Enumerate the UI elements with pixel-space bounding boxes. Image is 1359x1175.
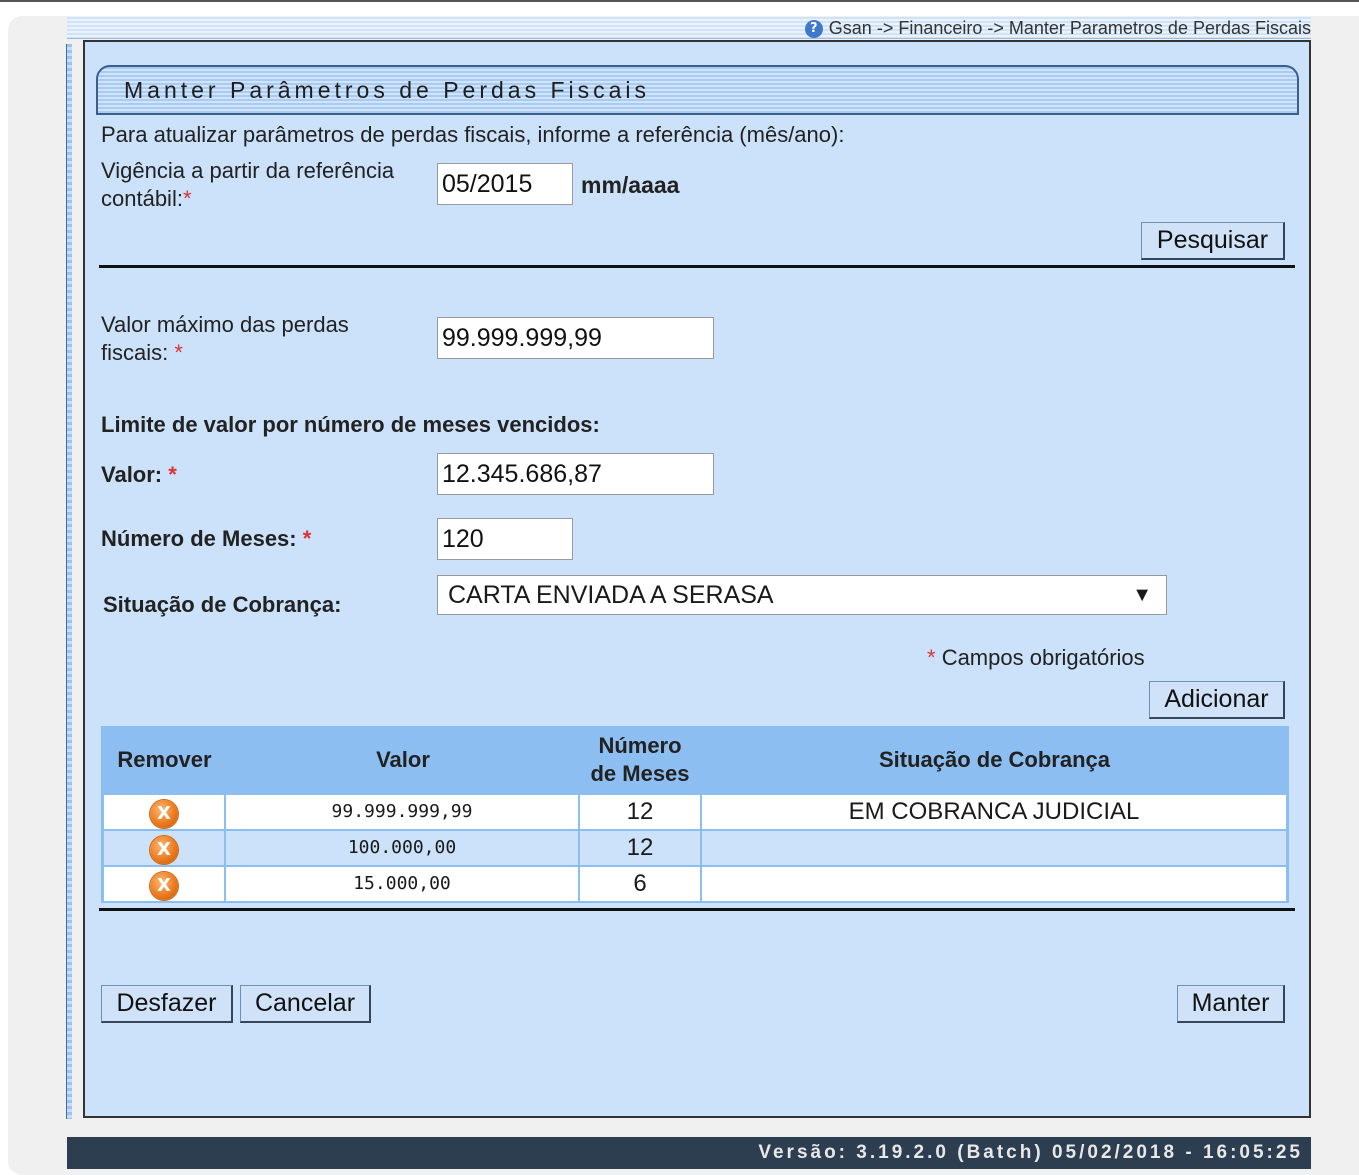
remove-icon[interactable]: X <box>150 836 178 864</box>
version-footer: Versão: 3.19.2.0 (Batch) 05/02/2018 - 16… <box>67 1137 1311 1169</box>
col-header-valor: Valor <box>376 747 430 772</box>
vigencia-label-line2: contábil: <box>101 186 183 211</box>
divider <box>99 265 1295 268</box>
search-button[interactable]: Pesquisar <box>1141 222 1285 260</box>
situacao-selected: CARTA ENVIADA A SERASA <box>448 581 774 609</box>
required-mark: * <box>174 340 183 365</box>
vigencia-label: Vigência a partir da referência contábil… <box>101 157 394 213</box>
col-header-meses: Número de Meses <box>579 727 701 793</box>
valor-maximo-input[interactable]: 99.999.999,99 <box>437 317 714 359</box>
table-row: X 100.000,00 12 <box>104 831 1288 865</box>
required-mark: * <box>302 526 312 551</box>
valor-label: Valor: * <box>101 461 177 489</box>
limits-table: Remover Valor Número de Meses Situação d… <box>101 726 1289 903</box>
col-header-remover: Remover <box>117 747 212 772</box>
valor-maximo-label-line2: fiscais: <box>101 340 169 365</box>
instruction-text: Para atualizar parâmetros de perdas fisc… <box>101 122 845 147</box>
valor-label-text: Valor: <box>101 462 163 487</box>
required-mark: * <box>927 645 936 670</box>
add-button[interactable]: Adicionar <box>1149 681 1285 719</box>
row-situacao <box>702 867 1286 901</box>
title-bar: Manter Parâmetros de Perdas Fiscais <box>96 65 1299 115</box>
top-divider <box>0 0 1359 2</box>
col-header-meses-line1: Número <box>598 733 682 758</box>
row-situacao: EM COBRANCA JUDICIAL <box>702 795 1286 829</box>
row-situacao <box>702 831 1286 865</box>
vigencia-label-line1: Vigência a partir da referência <box>101 158 395 183</box>
row-meses: 6 <box>580 867 700 901</box>
required-mark: * <box>182 186 192 211</box>
format-hint: mm/aaaa <box>581 172 680 198</box>
valor-input[interactable]: 12.345.686,87 <box>437 453 714 495</box>
col-header-situacao: Situação de Cobrança <box>878 747 1111 772</box>
limite-heading: Limite de valor por número de meses venc… <box>101 412 600 437</box>
situacao-select[interactable]: CARTA ENVIADA A SERASA ▼ <box>437 575 1167 615</box>
numero-meses-label: Número de Meses: * <box>101 525 311 553</box>
valor-maximo-label: Valor máximo das perdas fiscais: * <box>101 311 349 367</box>
table-row: X 99.999.999,99 12 EM COBRANCA JUDICIAL <box>104 795 1288 829</box>
situacao-label: Situação de Cobrança: <box>103 592 342 617</box>
save-button[interactable]: Manter <box>1177 985 1285 1023</box>
divider <box>99 908 1295 911</box>
row-meses: 12 <box>580 795 700 829</box>
row-valor: 15.000,00 <box>226 867 578 901</box>
row-valor: 100.000,00 <box>226 831 578 865</box>
required-note: * Campos obrigatórios <box>927 644 1145 672</box>
page-title: Manter Parâmetros de Perdas Fiscais <box>124 77 651 103</box>
undo-button[interactable]: Desfazer <box>101 985 233 1023</box>
cancel-button[interactable]: Cancelar <box>240 985 371 1023</box>
valor-maximo-label-line1: Valor máximo das perdas <box>101 312 349 337</box>
remove-cell: X <box>104 831 224 865</box>
breadcrumb-text: Gsan -> Financeiro -> Manter Parametros … <box>828 18 1311 38</box>
numero-meses-input[interactable]: 120 <box>437 518 573 560</box>
help-icon[interactable]: ? <box>804 19 823 38</box>
dropdown-arrow-icon[interactable]: ▼ <box>1132 576 1152 614</box>
col-header-meses-line2: de Meses <box>590 761 690 786</box>
table-row: X 15.000,00 6 <box>104 867 1288 901</box>
remove-icon[interactable]: X <box>150 800 178 828</box>
breadcrumb: ? Gsan -> Financeiro -> Manter Parametro… <box>804 18 1311 39</box>
row-meses: 12 <box>580 831 700 865</box>
vigencia-input[interactable]: 05/2015 <box>437 163 573 205</box>
remove-cell: X <box>104 795 224 829</box>
numero-meses-label-text: Número de Meses: <box>101 526 297 551</box>
row-valor: 99.999.999,99 <box>226 795 578 829</box>
required-note-text: Campos obrigatórios <box>941 645 1145 670</box>
required-mark: * <box>168 462 177 487</box>
remove-icon[interactable]: X <box>150 872 178 900</box>
remove-cell: X <box>104 867 224 901</box>
left-frame-border <box>66 44 72 1119</box>
